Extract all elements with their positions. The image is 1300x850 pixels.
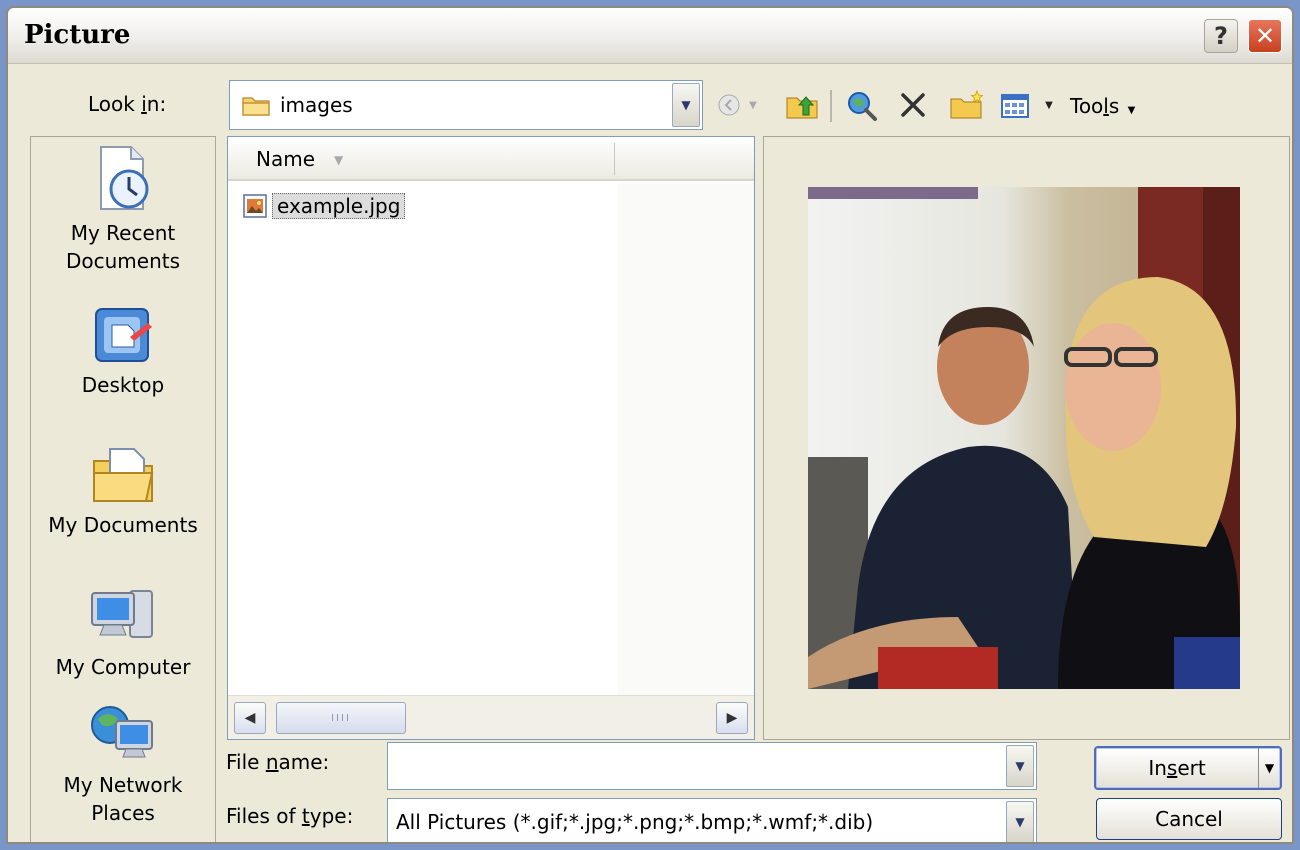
- files-of-type-value: All Pictures (*.gif;*.jpg;*.png;*.bmp;*.…: [396, 810, 874, 834]
- horizontal-scrollbar[interactable]: ◀ IIII ▶: [228, 695, 754, 739]
- network-places-icon: [91, 706, 153, 758]
- look-in-value: images: [280, 93, 353, 117]
- insert-options-dropdown[interactable]: ▼: [1258, 748, 1280, 788]
- files-of-type-label-accel: t: [301, 804, 310, 828]
- files-of-type-label-suffix: ype:: [309, 804, 354, 828]
- up-one-level-button[interactable]: [784, 88, 820, 122]
- insert-label-accel: s: [1166, 756, 1178, 780]
- title-bar[interactable]: Picture ? ✕: [8, 8, 1292, 64]
- column-name-label: Name: [256, 147, 316, 171]
- insert-label-suffix: ert: [1177, 756, 1206, 780]
- look-in-label-text: Look: [88, 92, 142, 116]
- place-my-network-places[interactable]: My Network Places: [31, 703, 215, 827]
- preview-pane: [763, 136, 1290, 740]
- column-header-name[interactable]: Name ▼: [228, 137, 754, 181]
- file-name-label-accel: n: [265, 750, 279, 774]
- delete-icon: [901, 93, 925, 117]
- list-item[interactable]: example.jpg: [242, 189, 406, 223]
- jpg-file-icon: [243, 194, 267, 218]
- desktop-icon: [95, 308, 152, 362]
- create-new-folder-button[interactable]: [948, 88, 986, 122]
- file-list[interactable]: Name ▼ example.jpg ◀ IIII ▶: [227, 136, 755, 740]
- file-name-label: File name:: [226, 750, 329, 774]
- chevron-down-icon: ▼: [1015, 759, 1025, 773]
- scroll-thumb[interactable]: IIII: [276, 702, 406, 734]
- tools-label: Too: [1070, 94, 1104, 118]
- up-folder-icon: [786, 96, 818, 119]
- file-name-dropdown-button[interactable]: ▼: [1006, 745, 1034, 787]
- place-my-computer[interactable]: My Computer: [31, 585, 215, 681]
- cancel-button[interactable]: Cancel: [1096, 798, 1282, 840]
- scroll-right-button[interactable]: ▶: [716, 702, 748, 734]
- look-in-label-suffix: n:: [146, 92, 167, 116]
- back-button[interactable]: [716, 92, 742, 118]
- place-label: My Recent Documents: [65, 221, 181, 273]
- column-separator: [614, 143, 615, 175]
- look-in-dropdown[interactable]: images ▼: [229, 80, 703, 130]
- my-computer-icon: [91, 590, 153, 638]
- look-in-label: Look in:: [88, 92, 166, 116]
- insert-button[interactable]: Insert ▼: [1094, 746, 1282, 790]
- my-documents-icon: [93, 448, 154, 502]
- places-bar: My Recent Documents Desktop My Documents: [30, 136, 216, 842]
- search-web-icon: [848, 92, 877, 121]
- toolbar-separator: [830, 90, 832, 122]
- file-name-label-suffix: ame:: [278, 750, 330, 774]
- chevron-down-icon: ▼: [1127, 105, 1136, 116]
- help-button[interactable]: ?: [1204, 19, 1238, 53]
- views-icon: [1001, 94, 1029, 118]
- image-preview: [808, 187, 1240, 689]
- picture-dialog: Picture ? ✕ Look in: images ▼ ▼ ▼ Tools …: [6, 6, 1294, 844]
- window-title: Picture: [24, 20, 131, 50]
- files-of-type-dropdown[interactable]: All Pictures (*.gif;*.jpg;*.png;*.bmp;*.…: [387, 798, 1037, 842]
- place-my-documents[interactable]: My Documents: [31, 443, 215, 539]
- tools-menu[interactable]: Tools ▼: [1070, 94, 1135, 118]
- look-in-dropdown-button[interactable]: ▼: [672, 83, 700, 127]
- chevron-left-icon: ◀: [244, 710, 256, 726]
- place-label: My Documents: [48, 513, 198, 537]
- insert-label-text: In: [1148, 756, 1167, 780]
- chevron-down-icon: ▼: [1015, 815, 1025, 829]
- back-icon: [718, 94, 740, 116]
- chevron-right-icon: ▶: [726, 710, 738, 726]
- recent-documents-icon: [100, 146, 149, 210]
- chevron-down-icon: ▼: [1045, 99, 1053, 111]
- close-button[interactable]: ✕: [1248, 19, 1282, 53]
- delete-button[interactable]: [898, 90, 928, 120]
- insert-label: Insert: [1148, 756, 1205, 780]
- files-of-type-label-text: Files of: [226, 804, 302, 828]
- file-name: example.jpg: [272, 193, 406, 219]
- views-dropdown[interactable]: ▼: [1042, 96, 1056, 114]
- sort-arrow-icon: ▼: [334, 153, 344, 167]
- files-of-type-dropdown-button[interactable]: ▼: [1006, 801, 1034, 842]
- scroll-left-button[interactable]: ◀: [234, 702, 266, 734]
- tools-label-suffix: s: [1108, 94, 1120, 118]
- place-desktop[interactable]: Desktop: [31, 303, 215, 399]
- place-label: Desktop: [81, 373, 165, 397]
- files-of-type-label: Files of type:: [226, 804, 353, 828]
- new-folder-icon: [950, 89, 984, 119]
- list-empty-area: [618, 183, 754, 695]
- preview-photo: [808, 187, 1240, 689]
- scroll-thumb-grip: IIII: [331, 712, 351, 724]
- chevron-down-icon: ▼: [1264, 761, 1275, 775]
- views-button[interactable]: [998, 90, 1032, 122]
- place-my-recent-documents[interactable]: My Recent Documents: [31, 145, 215, 275]
- search-web-button[interactable]: [844, 88, 880, 124]
- folder-icon: [242, 94, 270, 116]
- chevron-down-icon: ▼: [749, 99, 757, 111]
- place-label: My Computer: [55, 655, 191, 679]
- file-name-label-text: File: [226, 750, 266, 774]
- chevron-down-icon: ▼: [681, 98, 691, 112]
- cancel-label: Cancel: [1155, 807, 1223, 831]
- back-history-dropdown[interactable]: ▼: [746, 96, 760, 114]
- place-label: My Network Places: [63, 773, 183, 825]
- file-name-input[interactable]: ▼: [387, 742, 1037, 790]
